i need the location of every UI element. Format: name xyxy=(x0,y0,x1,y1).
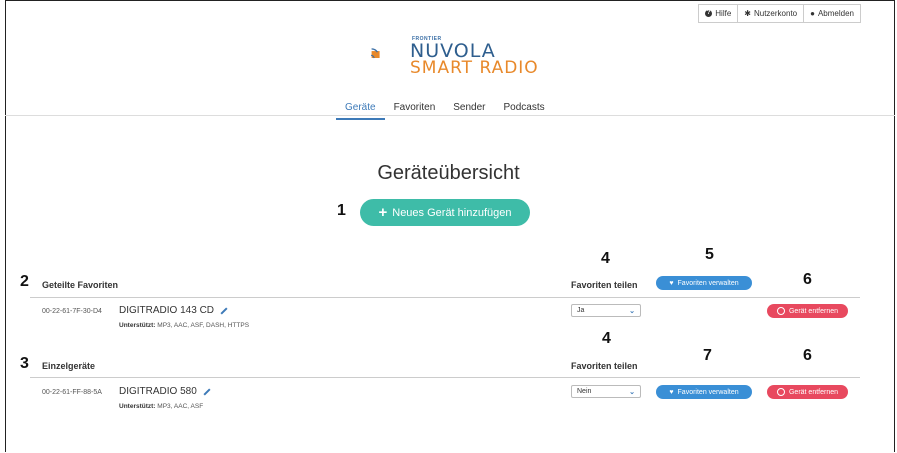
account-button[interactable]: ✱ Nutzerkonto xyxy=(738,4,805,23)
device-name: DIGITRADIO 143 CD xyxy=(119,305,215,316)
user-icon: ● xyxy=(810,9,815,18)
ban-icon xyxy=(776,388,785,396)
help-label: Hilfe xyxy=(715,9,732,18)
share-select-value: Ja xyxy=(577,307,585,314)
nav-devices[interactable]: Geräte xyxy=(336,99,385,120)
callout-6b: 6 xyxy=(803,347,812,364)
ban-icon xyxy=(776,307,785,315)
heart-icon: ♥ xyxy=(669,279,674,287)
callout-2: 2 xyxy=(20,273,29,290)
supported-formats: MP3, AAC, ASF, DASH, HTTPS xyxy=(157,322,250,329)
add-device-button[interactable]: + Neues Gerät hinzufügen xyxy=(360,199,530,226)
device-name: DIGITRADIO 580 xyxy=(119,386,197,397)
logout-label: Abmelden xyxy=(817,9,854,18)
share-select-value: Nein xyxy=(577,388,592,395)
nav-divider xyxy=(5,115,895,116)
add-device-label: Neues Gerät hinzufügen xyxy=(392,206,512,219)
page-title: Geräteübersicht xyxy=(377,162,520,184)
column-share-favorites-2: Favoriten teilen xyxy=(571,361,638,371)
gear-icon: ✱ xyxy=(744,9,751,18)
logo-orange-block xyxy=(371,51,380,58)
logout-button[interactable]: ● Abmelden xyxy=(804,4,861,23)
callout-7: 7 xyxy=(703,347,712,364)
manage-favorites-button-single[interactable]: ♥ Favoriten verwalten xyxy=(656,385,752,399)
chevron-down-icon: ⌄ xyxy=(629,307,635,315)
column-share-favorites-1: Favoriten teilen xyxy=(571,280,638,290)
section-divider-2 xyxy=(30,377,860,378)
device-supported: Unterstützt: MP3, AAC, ASF xyxy=(119,403,203,410)
manage-favorites-label: Favoriten verwalten xyxy=(677,279,739,287)
edit-pencil-icon[interactable] xyxy=(220,306,228,315)
nav-stations[interactable]: Sender xyxy=(444,99,494,120)
callout-4b: 4 xyxy=(602,330,611,347)
heart-icon: ♥ xyxy=(669,388,674,396)
share-favorites-select[interactable]: Ja ⌄ xyxy=(571,304,641,317)
callout-3: 3 xyxy=(20,355,29,372)
help-button[interactable]: ? Hilfe xyxy=(698,4,739,23)
device-name-row: DIGITRADIO 143 CD xyxy=(119,305,228,316)
share-favorites-select[interactable]: Nein ⌄ xyxy=(571,385,641,398)
section-divider-1 xyxy=(30,297,860,298)
edit-pencil-icon[interactable] xyxy=(203,387,211,396)
remove-device-button[interactable]: Gerät entfernen xyxy=(767,304,848,318)
account-label: Nutzerkonto xyxy=(753,9,798,18)
section-title-shared: Geteilte Favoriten xyxy=(42,280,119,290)
device-supported: Unterstützt: MP3, AAC, ASF, DASH, HTTPS xyxy=(119,322,249,329)
callout-5: 5 xyxy=(705,246,714,263)
top-bar: ? Hilfe ✱ Nutzerkonto ● Abmelden xyxy=(698,4,861,23)
logo-smart-radio: SMART RADIO xyxy=(410,58,539,78)
supported-formats: MP3, AAC, ASF xyxy=(157,403,204,410)
manage-favorites-button-shared[interactable]: ♥ Favoriten verwalten xyxy=(656,276,752,290)
device-mac: 00-22-61-7F-30-D4 xyxy=(42,308,102,315)
chevron-down-icon: ⌄ xyxy=(629,388,635,396)
callout-6a: 6 xyxy=(803,271,812,288)
device-mac: 00-22-61-FF-88-5A xyxy=(42,389,102,396)
callout-1: 1 xyxy=(337,202,346,219)
help-icon: ? xyxy=(705,10,713,17)
main-nav: Geräte Favoriten Sender Podcasts xyxy=(336,99,554,120)
supported-label: Unterstützt: xyxy=(119,403,156,410)
plus-icon: + xyxy=(378,204,388,221)
supported-label: Unterstützt: xyxy=(119,322,156,329)
remove-device-label: Gerät entfernen xyxy=(788,388,839,396)
remove-device-label: Gerät entfernen xyxy=(788,307,839,315)
nav-favorites[interactable]: Favoriten xyxy=(385,99,445,120)
device-name-row: DIGITRADIO 580 xyxy=(119,386,211,397)
remove-device-button[interactable]: Gerät entfernen xyxy=(767,385,848,399)
callout-4a: 4 xyxy=(601,250,610,267)
section-title-single: Einzelgeräte xyxy=(42,361,96,371)
logo-mark xyxy=(371,48,380,59)
nav-podcasts[interactable]: Podcasts xyxy=(495,99,554,120)
manage-favorites-label: Favoriten verwalten xyxy=(677,388,739,396)
